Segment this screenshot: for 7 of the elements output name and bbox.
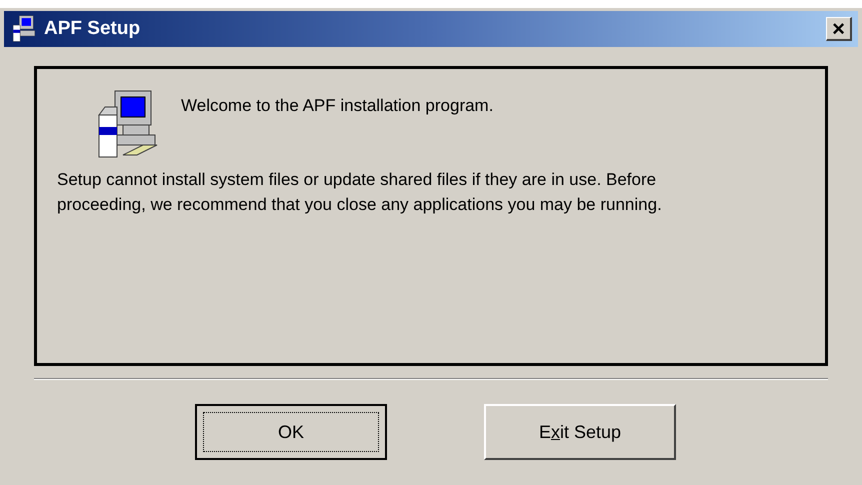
ok-button[interactable]: OK [195, 404, 387, 460]
close-button[interactable]: × [826, 17, 852, 41]
window-icon [10, 15, 38, 43]
welcome-text: Welcome to the APF installation program. [181, 95, 494, 117]
message-text: Setup cannot install system files or update shared files if they are in use. Before proceeding, we recommend that you close any applications you may be running. [57, 169, 663, 216]
window-title: APF Setup [44, 16, 140, 41]
exit-setup-button[interactable]: Exit Setup [484, 404, 676, 460]
